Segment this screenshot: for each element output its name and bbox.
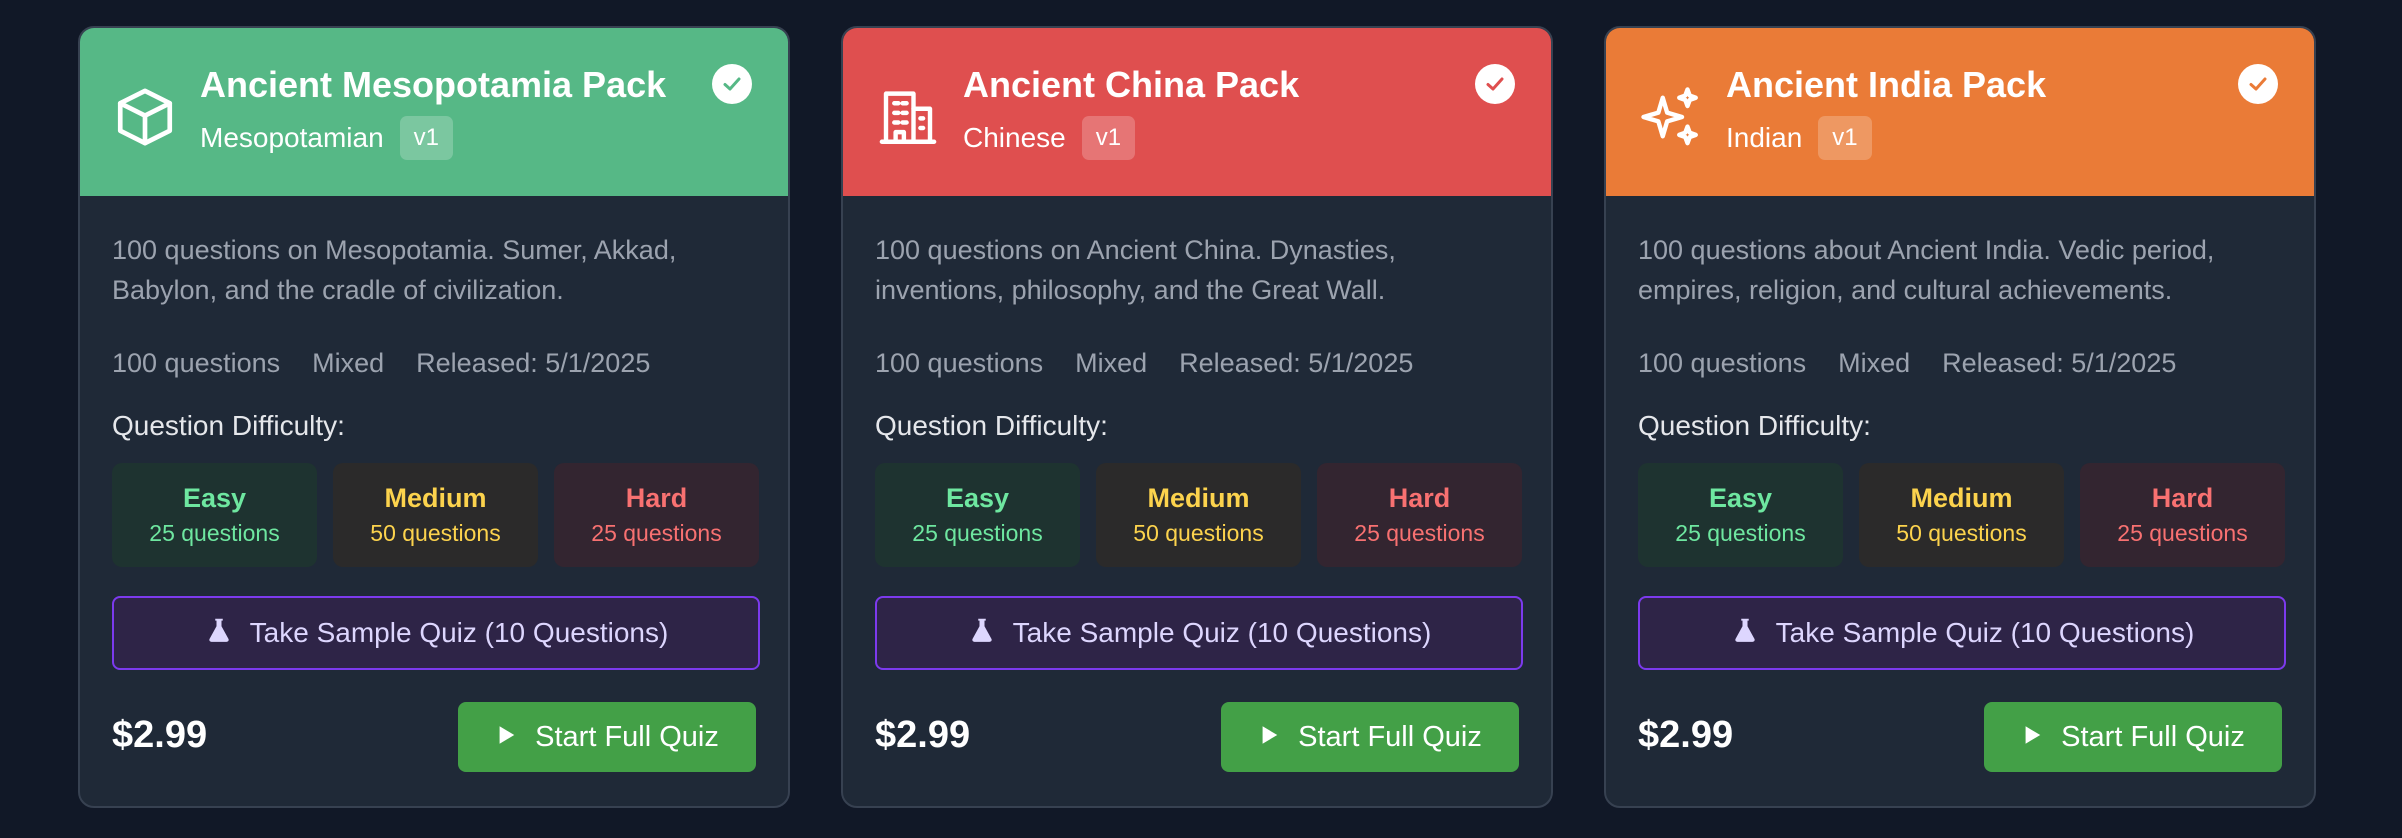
difficulty-count: 25 questions <box>591 520 722 546</box>
difficulty-count: 25 questions <box>1675 520 1806 546</box>
difficulty-name: Easy <box>182 483 247 513</box>
pack-card: Ancient Mesopotamia Pack Mesopotamian v1… <box>78 26 790 808</box>
sample-quiz-label: Take Sample Quiz (10 Questions) <box>1012 617 1432 648</box>
difficulty-name: Easy <box>945 483 1010 513</box>
sample-quiz-label: Take Sample Quiz (10 Questions) <box>1775 617 2195 648</box>
difficulty-name: Easy <box>1708 483 1773 513</box>
difficulty-medium: Medium 50 questions <box>1096 463 1301 567</box>
difficulty-name: Hard <box>1388 483 1451 513</box>
pack-meta: 100 questions Mixed Released: 5/1/2025 <box>112 348 650 379</box>
play-icon <box>1258 721 1280 754</box>
difficulty-easy: Easy 25 questions <box>1638 463 1843 567</box>
flask-icon <box>204 615 234 652</box>
difficulty-count: 50 questions <box>1896 520 2027 546</box>
start-quiz-label: Start Full Quiz <box>535 720 719 753</box>
difficulty-mix: Mixed <box>312 348 385 378</box>
card-header: Ancient India Pack Indian v1 <box>1606 28 2314 196</box>
pack-description: 100 questions on Ancient China. Dynastie… <box>875 235 1396 305</box>
start-quiz-button[interactable]: Start Full Quiz <box>1984 702 2282 772</box>
pack-card: Ancient India Pack Indian v1 100 questio… <box>1604 26 2316 808</box>
region-label: Mesopotamian <box>200 122 384 153</box>
pack-description: 100 questions about Ancient India. Vedic… <box>1638 235 2215 305</box>
difficulty-heading: Question Difficulty: <box>875 410 1108 441</box>
check-icon <box>1475 64 1515 104</box>
region-label: Indian <box>1726 122 1803 153</box>
difficulty-count: 50 questions <box>370 520 501 546</box>
question-count: 100 questions <box>112 348 281 378</box>
difficulty-heading: Question Difficulty: <box>1638 410 1871 441</box>
release-date: Released: 5/1/2025 <box>1942 348 2177 378</box>
pack-card: Ancient China Pack Chinese v1 100 questi… <box>841 26 1553 808</box>
difficulty-count: 25 questions <box>149 520 280 546</box>
price: $2.99 <box>112 714 208 756</box>
price: $2.99 <box>875 714 971 756</box>
difficulty-hard: Hard 25 questions <box>2080 463 2285 567</box>
difficulty-count: 25 questions <box>912 520 1043 546</box>
start-quiz-button[interactable]: Start Full Quiz <box>458 702 756 772</box>
difficulty-breakdown: Easy 25 questions Medium 50 questions Ha… <box>1638 463 2285 567</box>
pack-meta: 100 questions Mixed Released: 5/1/2025 <box>875 348 1413 379</box>
difficulty-name: Medium <box>1147 483 1250 513</box>
difficulty-breakdown: Easy 25 questions Medium 50 questions Ha… <box>875 463 1522 567</box>
sample-quiz-label: Take Sample Quiz (10 Questions) <box>249 617 669 648</box>
start-quiz-label: Start Full Quiz <box>1298 720 1482 753</box>
difficulty-breakdown: Easy 25 questions Medium 50 questions Ha… <box>112 463 759 567</box>
price: $2.99 <box>1638 714 1734 756</box>
pack-subtitle: Indian v1 <box>1726 116 1872 160</box>
pack-title: Ancient Mesopotamia Pack <box>200 64 667 105</box>
flask-icon <box>967 615 997 652</box>
difficulty-easy: Easy 25 questions <box>112 463 317 567</box>
sparkles-icon <box>1638 84 1704 150</box>
difficulty-heading: Question Difficulty: <box>112 410 345 441</box>
version-badge: v1 <box>1081 116 1136 160</box>
difficulty-count: 25 questions <box>1354 520 1485 546</box>
start-quiz-label: Start Full Quiz <box>2061 720 2245 753</box>
difficulty-hard: Hard 25 questions <box>554 463 759 567</box>
card-header: Ancient Mesopotamia Pack Mesopotamian v1 <box>80 28 788 196</box>
play-icon <box>495 721 517 754</box>
release-date: Released: 5/1/2025 <box>416 348 651 378</box>
play-icon <box>2021 721 2043 754</box>
difficulty-medium: Medium 50 questions <box>1859 463 2064 567</box>
pack-description: 100 questions on Mesopotamia. Sumer, Akk… <box>112 235 677 305</box>
version-badge: v1 <box>399 116 454 160</box>
sample-quiz-button[interactable]: Take Sample Quiz (10 Questions) <box>112 596 760 670</box>
pack-meta: 100 questions Mixed Released: 5/1/2025 <box>1638 348 2176 379</box>
region-label: Chinese <box>963 122 1066 153</box>
version-badge: v1 <box>1818 116 1872 160</box>
difficulty-hard: Hard 25 questions <box>1317 463 1522 567</box>
difficulty-medium: Medium 50 questions <box>333 463 538 567</box>
sample-quiz-button[interactable]: Take Sample Quiz (10 Questions) <box>1638 596 2286 670</box>
question-count: 100 questions <box>1638 348 1807 378</box>
difficulty-count: 25 questions <box>2117 520 2248 546</box>
release-date: Released: 5/1/2025 <box>1179 348 1414 378</box>
pack-title: Ancient China Pack <box>963 64 1300 105</box>
difficulty-mix: Mixed <box>1075 348 1148 378</box>
pack-title: Ancient India Pack <box>1726 64 2047 105</box>
building-icon <box>875 84 941 150</box>
pack-subtitle: Chinese v1 <box>963 116 1136 160</box>
difficulty-mix: Mixed <box>1838 348 1911 378</box>
sample-quiz-button[interactable]: Take Sample Quiz (10 Questions) <box>875 596 1523 670</box>
cube-icon <box>112 84 178 150</box>
pack-subtitle: Mesopotamian v1 <box>200 116 454 160</box>
card-header: Ancient China Pack Chinese v1 <box>843 28 1551 196</box>
check-icon <box>712 64 752 104</box>
question-count: 100 questions <box>875 348 1044 378</box>
start-quiz-button[interactable]: Start Full Quiz <box>1221 702 1519 772</box>
flask-icon <box>1730 615 1760 652</box>
difficulty-name: Hard <box>625 483 688 513</box>
difficulty-easy: Easy 25 questions <box>875 463 1080 567</box>
difficulty-count: 50 questions <box>1133 520 1264 546</box>
pack-list: Ancient Mesopotamia Pack Mesopotamian v1… <box>0 0 2402 838</box>
check-icon <box>2238 64 2278 104</box>
difficulty-name: Medium <box>384 483 487 513</box>
difficulty-name: Medium <box>1910 483 2013 513</box>
difficulty-name: Hard <box>2151 483 2214 513</box>
